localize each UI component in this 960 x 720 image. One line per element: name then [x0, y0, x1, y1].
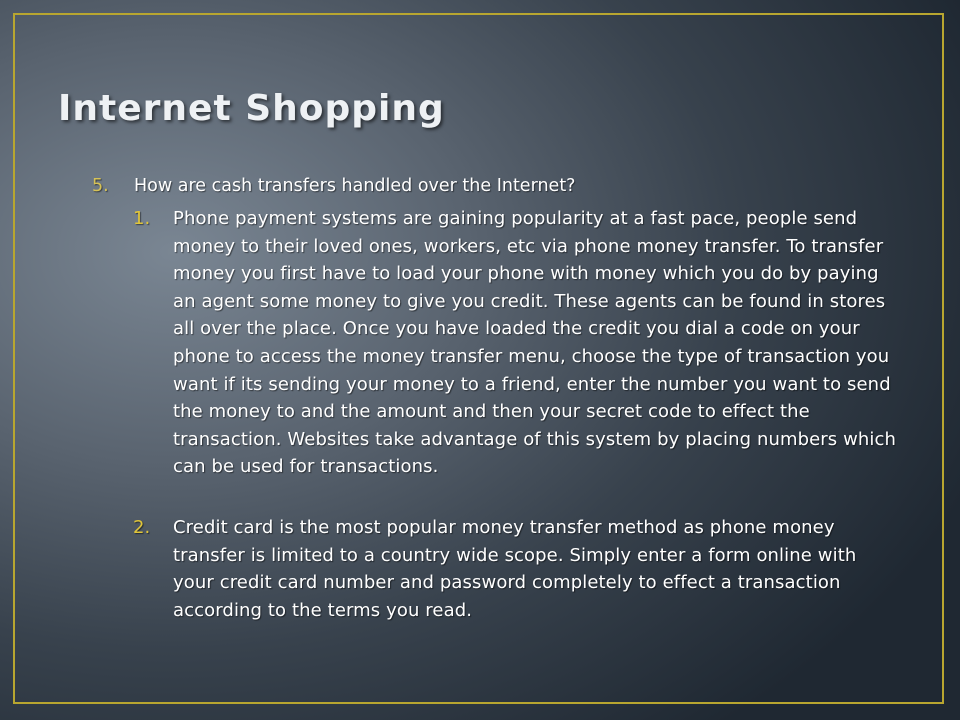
list-item-number: 2. — [133, 517, 151, 538]
list-item-text: Phone payment systems are gaining popula… — [173, 208, 897, 478]
slide-title: Internet Shopping — [58, 88, 445, 129]
list-item-number: 1. — [133, 208, 151, 229]
slide: Internet Shopping 5. How are cash transf… — [0, 0, 960, 720]
list-item-text: Credit card is the most popular money tr… — [173, 517, 857, 621]
question-number: 5. — [92, 176, 109, 196]
question-text: How are cash transfers handled over the … — [134, 176, 576, 196]
question-row: 5. How are cash transfers handled over t… — [0, 172, 960, 200]
